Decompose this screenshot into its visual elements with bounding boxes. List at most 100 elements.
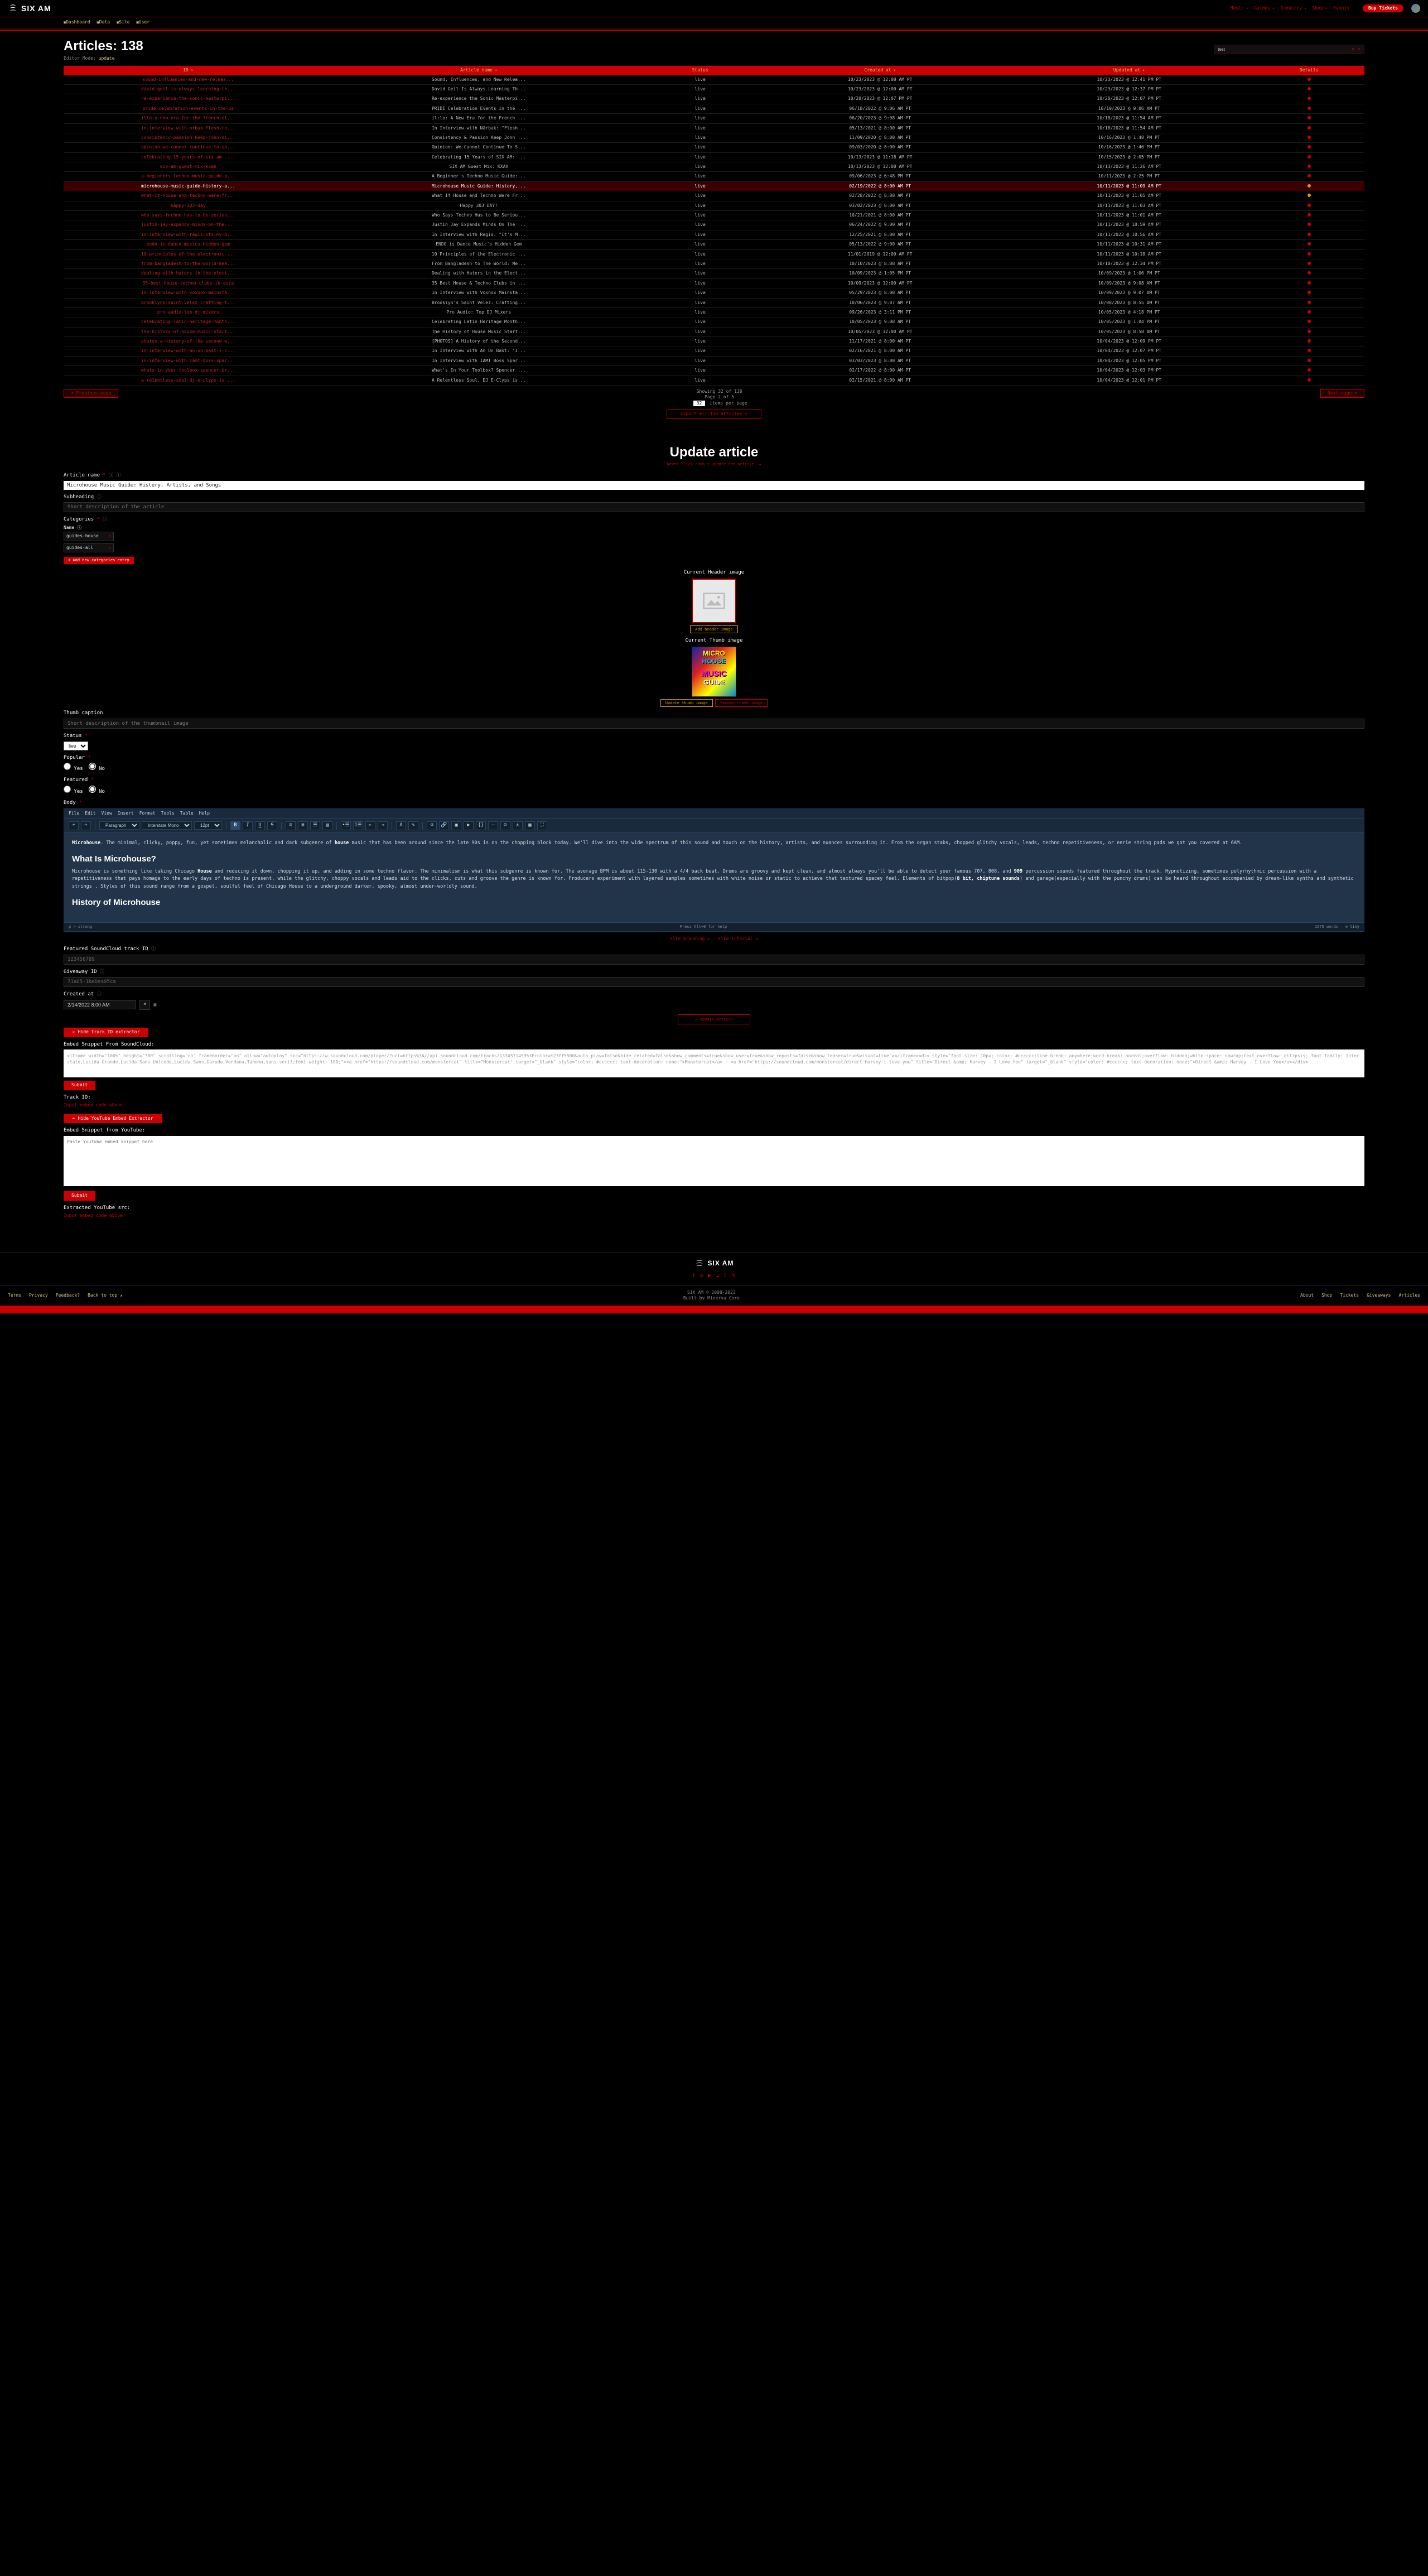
details-dot-icon[interactable] [1308,233,1311,236]
table-row[interactable]: celebrating-15-years-of-six-am--...Celeb… [64,152,1364,162]
remove-category-icon[interactable]: × [108,545,111,551]
subnav-data[interactable]: Data [97,20,110,25]
details-dot-icon[interactable] [1308,97,1311,100]
table-row[interactable]: a-relentless-soul-dj-e-clyps-is-...A Rel… [64,375,1364,385]
list-ul-icon[interactable]: •☰ [341,821,351,830]
emoji-icon[interactable]: ☺ [500,821,510,830]
underline-icon[interactable]: U [255,821,265,830]
editor-menu-file[interactable]: File [69,811,79,816]
font-select[interactable]: Interstate Mono [142,821,192,830]
col-details[interactable]: Details [1254,66,1365,75]
editor-menubar[interactable]: FileEditViewInsertFormatToolsTableHelp [64,809,1364,818]
hr-icon[interactable]: — [488,821,498,830]
youtube-icon[interactable]: ▶ [708,1272,711,1279]
editor-content[interactable]: Microhouse. The minimal, clicky, poppy, … [64,833,1364,922]
details-dot-icon[interactable] [1308,330,1311,333]
search-input[interactable] [1218,47,1348,52]
search-icon[interactable]: ⌕ [1358,46,1361,52]
details-dot-icon[interactable] [1308,165,1311,168]
details-dot-icon[interactable] [1308,204,1311,207]
details-dot-icon[interactable] [1308,155,1311,158]
table-row[interactable]: re-experience-the-sonic-masterpi...Re-ex… [64,94,1364,104]
table-row[interactable]: who-says-techno-has-to-be-seriou...Who S… [64,211,1364,220]
details-dot-icon[interactable] [1308,107,1311,110]
add-header-image-button[interactable]: Add header image [690,625,737,633]
size-select[interactable]: 12pt [194,821,222,830]
code-icon[interactable]: {} [476,821,486,830]
details-dot-icon[interactable] [1308,252,1311,256]
table-row[interactable]: consistency-passion-keep-john-di...Consi… [64,133,1364,142]
calendar-icon[interactable]: ▦ [153,1002,156,1008]
add-category-button[interactable]: + Add new categories entry [64,557,134,564]
subnav-user[interactable]: User [137,20,149,25]
details-dot-icon[interactable] [1308,262,1311,265]
featured-no[interactable]: No [89,786,105,796]
details-dot-icon[interactable] [1308,78,1311,81]
align-left-icon[interactable]: ≡ [286,821,296,830]
facebook-icon[interactable]: f [692,1272,696,1279]
table-row[interactable]: illo-a-new-era-for-the-french-el...il:lo… [64,114,1364,123]
align-center-icon[interactable]: ≣ [298,821,308,830]
remove-category-icon[interactable]: × [108,533,111,539]
table-row[interactable]: happy-303-dayHappy 303 DAY!live03/02/202… [64,201,1364,210]
details-dot-icon[interactable] [1308,116,1311,119]
table-row[interactable]: celebrating-latin-heritage-month...Celeb… [64,317,1364,327]
details-dot-icon[interactable] [1308,242,1311,245]
subnav-dashboard[interactable]: Dashboard [64,20,90,25]
table-row[interactable]: dealing-with-haters-in-the-elect...Deali… [64,269,1364,278]
table-row[interactable]: pride-celebration-events-in-the-usPRIDE … [64,104,1364,113]
details-dot-icon[interactable] [1308,281,1311,285]
table-row[interactable]: a-beginners-techno-music-guide-b...A Beg… [64,172,1364,181]
footer-link[interactable]: Giveaways [1367,1293,1391,1298]
items-per-page-input[interactable]: 32 [693,401,706,406]
bold-icon[interactable]: B [230,821,240,830]
footer-link[interactable]: Privacy [29,1293,48,1298]
table-row[interactable]: in-interview-with-orbak-flesh-to...In In… [64,123,1364,133]
details-dot-icon[interactable] [1308,339,1311,343]
editor-menu-insert[interactable]: Insert [118,811,134,816]
details-dot-icon[interactable] [1308,291,1311,294]
category-chip[interactable]: guides-all× [64,543,114,552]
soundcloud-icon[interactable]: ☁ [716,1272,719,1279]
outdent-icon[interactable]: ⇤ [365,821,375,830]
col-status[interactable]: Status [645,66,755,75]
nav-link-music[interactable]: Music [1231,6,1249,11]
submit-yt-button[interactable]: Submit [64,1191,95,1200]
redo-icon[interactable]: ↷ [81,821,91,830]
strike-icon[interactable]: S [267,821,277,830]
details-dot-icon[interactable] [1308,359,1311,362]
created-at-input[interactable] [64,1000,136,1009]
clear-icon[interactable]: × [1352,46,1354,52]
fullscreen-icon[interactable]: ⛶ [537,821,547,830]
nav-link-guides[interactable]: Guides [1254,6,1275,11]
table-row[interactable]: from-bangladesh-to-the-world-mee...From … [64,259,1364,268]
details-dot-icon[interactable] [1308,378,1311,382]
link-icon[interactable]: 🔗 [439,821,449,830]
details-dot-icon[interactable] [1308,126,1311,129]
footer-link[interactable]: Shop [1321,1293,1332,1298]
editor-toolbar[interactable]: ↶ ↷ Paragraph Interstate Mono 12pt B I U… [64,819,1364,833]
footer-link[interactable]: Back to top ▴ [88,1293,123,1298]
status-select[interactable]: live [64,741,88,750]
table-icon[interactable]: ▦ [525,821,535,830]
article-name-input[interactable] [64,481,1364,490]
paragraph-select[interactable]: Paragraph [99,821,139,830]
editor-menu-tools[interactable]: Tools [161,811,175,816]
remove-thumb-button[interactable]: Remove thumb image [715,699,768,707]
details-dot-icon[interactable] [1308,271,1311,275]
subnav-site[interactable]: Site [117,20,129,25]
footer-link[interactable]: Feedback? [56,1293,80,1298]
thumb-caption-input[interactable] [64,719,1364,729]
anchor-icon[interactable]: ⚓ [513,821,523,830]
editor-menu-view[interactable]: View [102,811,112,816]
sc-track-id-input[interactable] [64,955,1364,965]
image-icon[interactable]: ▣ [451,821,461,830]
export-button[interactable]: Export all 138 articles > [667,410,761,418]
table-row[interactable]: 35-best-house-techno-clubs-in-asia35 Bes… [64,278,1364,288]
search-box[interactable]: × ⌕ [1214,45,1364,54]
brand[interactable]: SIX AM [8,3,51,13]
list-ol-icon[interactable]: 1☰ [353,821,363,830]
category-chip[interactable]: guides-house× [64,532,114,541]
tiktok-icon[interactable]: ♪ [723,1272,727,1279]
text-color-icon[interactable]: A [396,821,406,830]
